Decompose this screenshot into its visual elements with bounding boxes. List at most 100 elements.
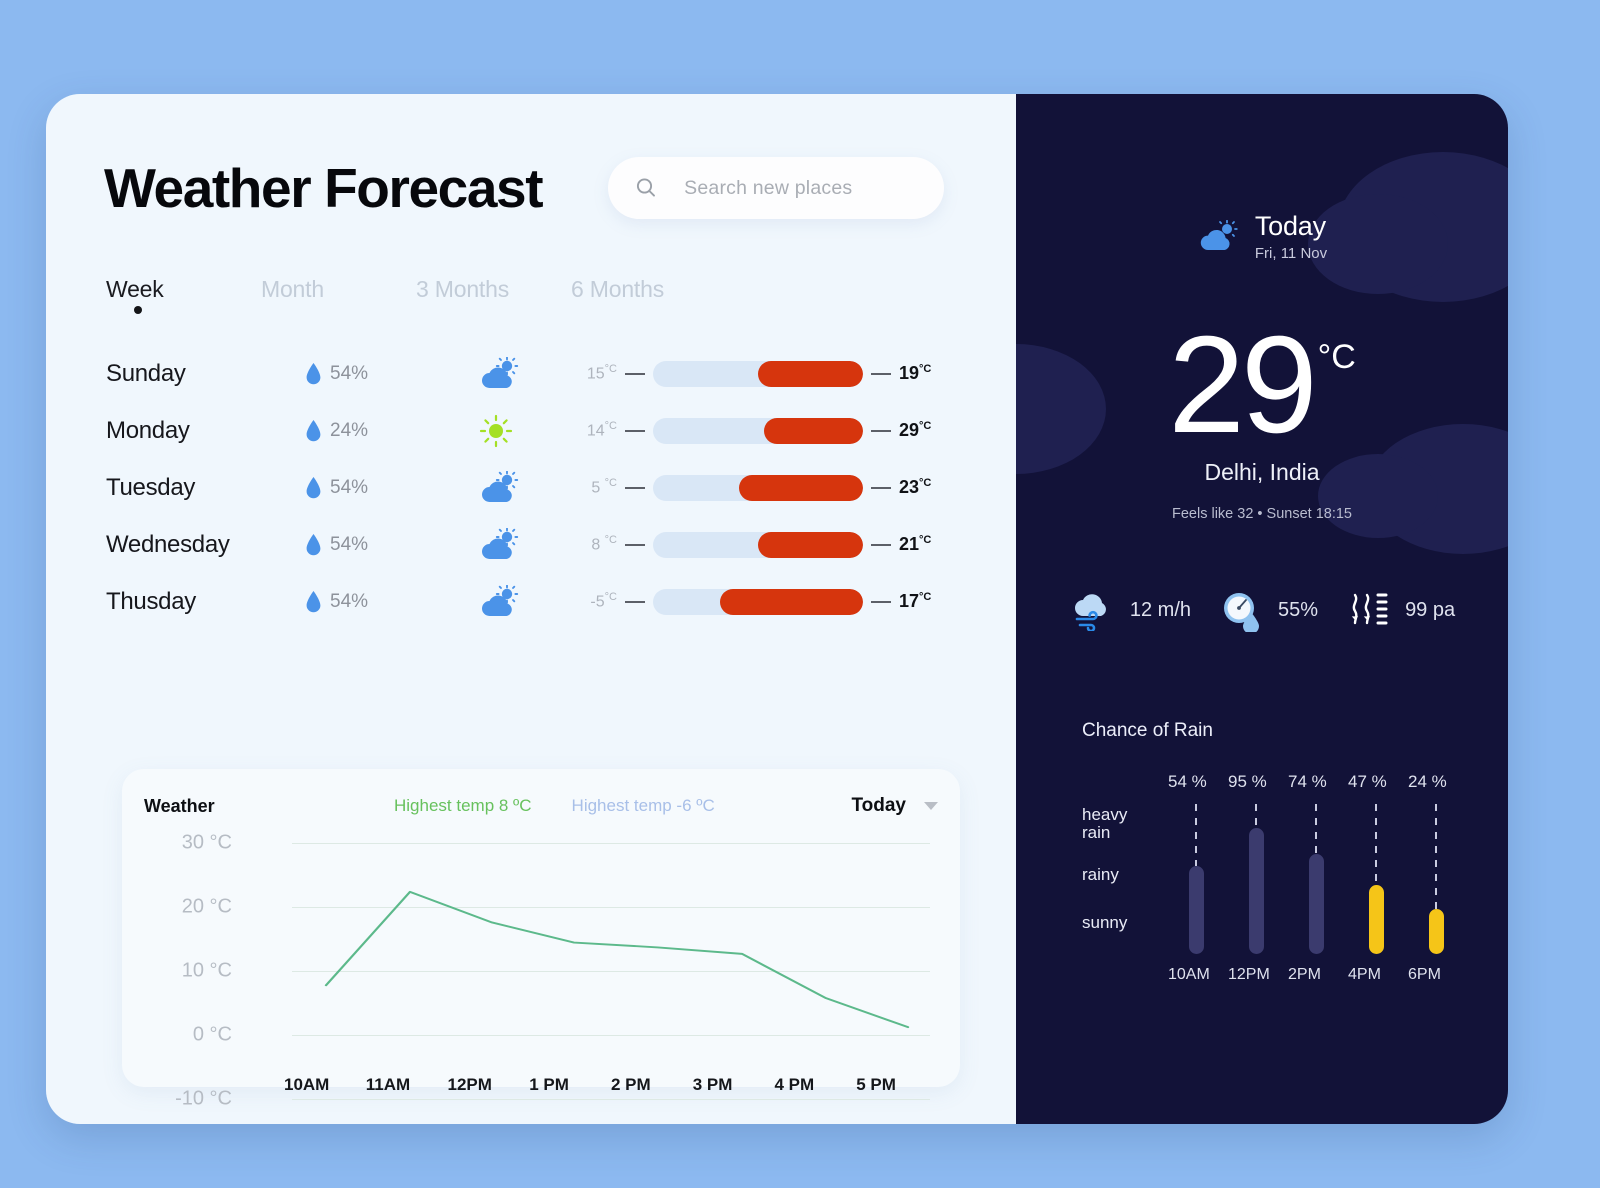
forecast-row[interactable]: Monday 24% 14°C 29°C [46, 402, 1016, 459]
x-tick: 3 PM [692, 1075, 733, 1094]
x-tick: 12PM [447, 1075, 492, 1094]
day-label: Thusday [106, 587, 196, 615]
divider [625, 372, 645, 375]
raindrop-icon [306, 476, 321, 498]
divider [625, 543, 645, 546]
temp-bar [653, 360, 863, 387]
current-temperature: 29 °C [1016, 316, 1508, 454]
forecast-row[interactable]: Wednesday 54% 8 °C 21°C [46, 516, 1016, 573]
weather-icon-cell [461, 584, 571, 619]
x-tick: 4 PM [774, 1075, 815, 1094]
pressure-icon [1351, 593, 1388, 625]
temp-range: 8 °C 21°C [571, 531, 949, 558]
pressure-value: 99 pa [1405, 599, 1456, 622]
rain-level-labels: heavy rain rainy sunny [1082, 804, 1162, 954]
temp-range: -5°C 17°C [571, 588, 949, 615]
weather-chart-card: Weather Highest temp 8 ºC Highest temp -… [122, 769, 960, 1110]
divider [871, 372, 891, 375]
rain-percent-row: 54 % 95 % 74 % 47 % 24 % [1168, 772, 1508, 792]
tab-3-months[interactable]: 3 Months [416, 276, 571, 303]
rain-chance: 24% [306, 419, 461, 442]
rain-percent-label: 24 % [1408, 771, 1447, 791]
temp-bar [653, 417, 863, 444]
rain-time: 4PM [1348, 965, 1381, 983]
temp-bar [653, 531, 863, 558]
temp-low: 5 °C [591, 477, 617, 497]
temp-low: -5°C [590, 591, 617, 611]
weather-icon-cell [461, 414, 571, 448]
partly-cloudy-icon [1200, 219, 1238, 250]
rain-time: 6PM [1408, 965, 1441, 983]
rain-percent-label: 74 % [1288, 771, 1327, 791]
rain-bar-column[interactable] [1168, 803, 1228, 954]
rain-time: 10AM [1168, 965, 1210, 983]
rain-bar-column[interactable] [1288, 803, 1348, 954]
chance-of-rain-title: Chance of Rain [1082, 719, 1213, 741]
x-tick: 10AM [284, 1075, 330, 1094]
today-label: Today [1254, 211, 1326, 241]
page-title: Weather Forecast [104, 157, 544, 219]
rain-bar [1189, 865, 1204, 954]
rain-chance: 54% [306, 590, 461, 613]
rain-percent-label: 54 % [1168, 771, 1207, 791]
rain-percent: 54% [330, 362, 369, 384]
raindrop-icon [306, 419, 321, 441]
divider [625, 600, 645, 603]
temp-low: 14°C [586, 420, 617, 440]
today-header: Today Fri, 11 Nov [1016, 94, 1508, 262]
forecast-row[interactable]: Thusday 54% -5°C 17°C [46, 573, 1016, 630]
temp-high: 23°C [899, 477, 932, 497]
raindrop-icon [306, 590, 321, 612]
sun-icon [479, 414, 513, 447]
divider [871, 429, 891, 432]
tab-month[interactable]: Month [261, 276, 416, 303]
legend-lowest: Highest temp -6 ºC [571, 796, 715, 815]
chart-title: Weather [144, 795, 215, 816]
rain-percent-label: 95 % [1228, 771, 1267, 791]
rain-level-rainy: rainy [1082, 864, 1119, 884]
wind-cloud-icon [1074, 593, 1106, 631]
search-icon [637, 178, 656, 197]
metric-pressure: 99 pa [1348, 591, 1455, 631]
today-details: Feels like 32 • Sunset 18:15 [1172, 505, 1352, 522]
rain-stem [1195, 803, 1197, 866]
x-tick: 1 PM [529, 1075, 569, 1094]
chevron-down-icon [924, 802, 938, 810]
rain-bars [1168, 803, 1468, 954]
x-tick: 5 PM [856, 1075, 896, 1094]
gridline [292, 1099, 930, 1100]
tab-6-months[interactable]: 6 Months [571, 276, 664, 303]
temp-range: 5 °C 23°C [571, 474, 949, 501]
rain-time: 2PM [1288, 965, 1321, 983]
humidity-gauge-icon [1224, 592, 1260, 632]
temp-low: 15°C [586, 363, 617, 383]
forecast-row[interactable]: Tuesday 54% 5 °C 23°C [46, 459, 1016, 516]
rain-stem [1315, 803, 1317, 854]
weather-icon-cell [461, 527, 571, 562]
rain-chance: 54% [306, 362, 461, 385]
raindrop-icon [306, 533, 321, 555]
today-panel: Today Fri, 11 Nov 29 °C Delhi, India Fee… [1016, 94, 1508, 1124]
range-tabs: Week Month 3 Months 6 Months [46, 220, 1016, 314]
y-tick: 10 °C [181, 959, 232, 982]
tab-week[interactable]: Week [106, 276, 261, 314]
raindrop-icon [306, 362, 321, 384]
rain-stem [1435, 803, 1437, 909]
metrics-row: 12 m/h 55% 99 pa [1016, 590, 1508, 632]
temp-high: 19°C [899, 363, 932, 383]
chart-plot: 30 °C 20 °C 10 °C 0 °C -10 °C 10AM 11AM … [144, 829, 938, 1110]
rain-bar-column[interactable] [1228, 803, 1288, 954]
search-input[interactable]: Search new places [608, 157, 945, 219]
temp-range: 15°C 19°C [571, 360, 949, 387]
rain-bar-column[interactable] [1348, 803, 1408, 954]
rain-bar-column[interactable] [1408, 803, 1468, 954]
rain-percent: 54% [330, 476, 369, 498]
temp-bar [653, 588, 863, 615]
rain-time-axis: 10AM 12PM 2PM 4PM 6PM [1168, 966, 1508, 984]
temp-high: 29°C [899, 420, 932, 440]
day-label: Wednesday [106, 530, 230, 558]
forecast-row[interactable]: Sunday 54% 15°C 19°C [46, 345, 1016, 402]
chart-range-select[interactable]: Today [851, 795, 938, 817]
rain-chart: heavy rain rainy sunny [1016, 803, 1508, 954]
partly-cloudy-icon [482, 527, 519, 559]
